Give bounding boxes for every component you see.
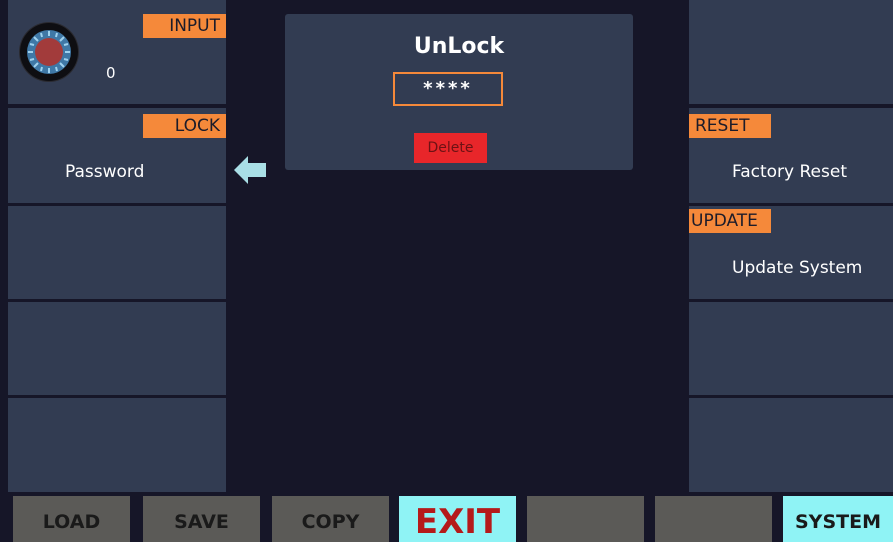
load-button[interactable]: LOAD [13, 496, 130, 542]
arrow-left-icon [232, 152, 268, 188]
input-tag: INPUT [143, 14, 226, 38]
password-panel[interactable]: LOCK Password [8, 108, 226, 203]
factory-reset-panel[interactable]: RESET Factory Reset [689, 108, 893, 203]
password-field[interactable]: **** [393, 72, 503, 106]
update-system-label: Update System [732, 258, 863, 278]
unlock-dialog: UnLock **** Delete [285, 14, 633, 170]
reset-tag: RESET [689, 114, 771, 138]
knob-value: 0 [106, 64, 116, 82]
right-empty-panel-1[interactable] [689, 302, 893, 395]
update-system-panel[interactable]: UPDATE Update System [689, 206, 893, 299]
dialog-title: UnLock [413, 34, 505, 59]
input-panel[interactable]: 0 INPUT [8, 0, 226, 104]
bottom-empty-button-2[interactable] [655, 496, 772, 542]
screen: 0 INPUT LOCK Password UnLock **** Delete… [0, 0, 893, 542]
system-button[interactable]: SYSTEM [783, 496, 893, 542]
left-empty-panel-1[interactable] [8, 206, 226, 299]
rotary-knob-icon[interactable] [20, 23, 78, 81]
lock-tag: LOCK [143, 114, 226, 138]
password-label: Password [65, 162, 145, 182]
right-empty-panel-2[interactable] [689, 398, 893, 492]
factory-reset-label: Factory Reset [732, 162, 847, 182]
right-empty-panel-top[interactable] [689, 0, 893, 104]
left-empty-panel-2[interactable] [8, 302, 226, 395]
bottom-empty-button-1[interactable] [527, 496, 644, 542]
update-tag: UPDATE [689, 209, 771, 233]
delete-button[interactable]: Delete [414, 133, 487, 163]
left-empty-panel-3[interactable] [8, 398, 226, 492]
copy-button[interactable]: COPY [272, 496, 389, 542]
exit-button[interactable]: EXIT [399, 496, 516, 542]
save-button[interactable]: SAVE [143, 496, 260, 542]
